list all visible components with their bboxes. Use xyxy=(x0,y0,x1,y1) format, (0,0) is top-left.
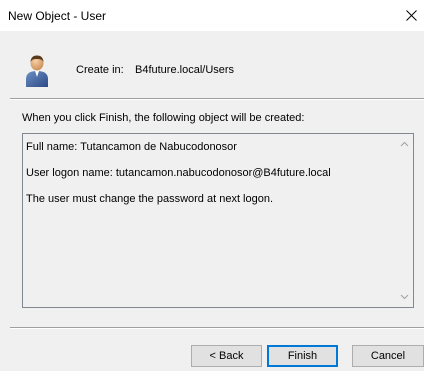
window-title: New Object - User xyxy=(8,9,107,23)
scroll-down-icon[interactable] xyxy=(400,292,409,301)
user-icon xyxy=(23,53,51,87)
instruction-text: When you click Finish, the following obj… xyxy=(22,112,305,124)
create-in-path: B4future.local/Users xyxy=(135,64,235,76)
footer-separator xyxy=(10,327,424,329)
header-separator xyxy=(10,98,424,100)
vertical-scrollbar[interactable] xyxy=(396,134,413,307)
summary-full-name: Full name: Tutancamon de Nabucodonosor xyxy=(26,141,237,153)
summary-textbox[interactable]: Full name: Tutancamon de Nabucodonosor U… xyxy=(22,133,414,308)
summary-password-note: The user must change the password at nex… xyxy=(26,193,274,205)
close-icon xyxy=(406,10,417,21)
scroll-up-icon[interactable] xyxy=(400,140,409,149)
close-button[interactable] xyxy=(404,0,424,31)
cancel-button[interactable]: Cancel xyxy=(352,345,424,367)
create-in-label: Create in: xyxy=(76,64,124,76)
finish-button[interactable]: Finish xyxy=(267,345,338,367)
back-button[interactable]: < Back xyxy=(191,345,262,367)
summary-logon-name: User logon name: tutancamon.nabucodonoso… xyxy=(26,167,331,179)
title-bar: New Object - User xyxy=(0,0,424,31)
